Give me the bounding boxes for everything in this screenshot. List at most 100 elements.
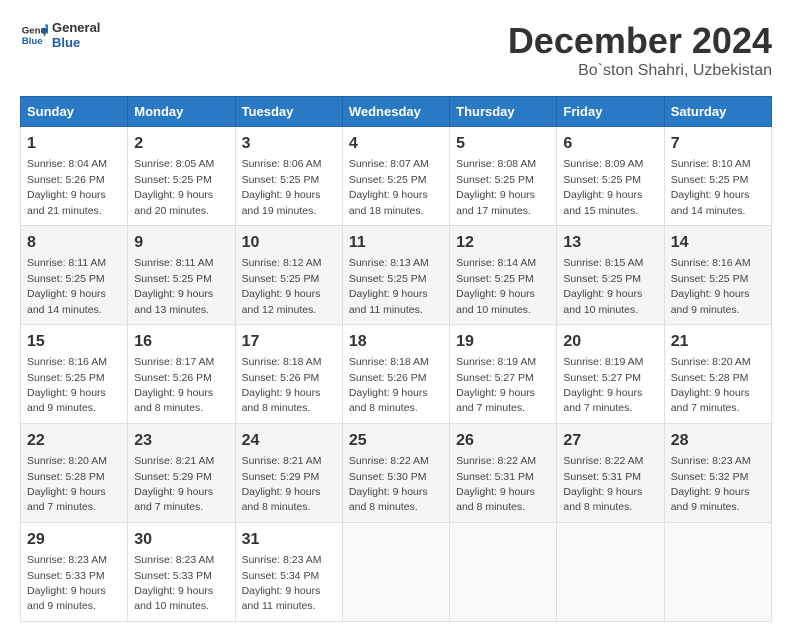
calendar-week-2: 8 Sunrise: 8:11 AM Sunset: 5:25 PM Daylig…: [21, 225, 772, 324]
day-info: Sunrise: 8:10 AM Sunset: 5:25 PM Dayligh…: [671, 158, 751, 216]
calendar-week-5: 29Sunrise: 8:23 AM Sunset: 5:33 PM Dayli…: [21, 522, 772, 621]
day-number: 7: [671, 133, 765, 155]
day-header-thursday: Thursday: [450, 97, 557, 127]
day-number: 28: [671, 430, 765, 452]
calendar-cell: 11 Sunrise: 8:13 AM Sunset: 5:25 PM Dayli…: [342, 225, 449, 324]
day-number: 27: [563, 430, 657, 452]
day-number: 1: [27, 133, 121, 155]
day-number: 3: [242, 133, 336, 155]
day-info: Sunrise: 8:20 AM Sunset: 5:28 PM Dayligh…: [27, 455, 107, 513]
day-info: Sunrise: 8:16 AM Sunset: 5:25 PM Dayligh…: [671, 257, 751, 315]
day-number: 21: [671, 331, 765, 353]
calendar-cell: 27Sunrise: 8:22 AM Sunset: 5:31 PM Dayli…: [557, 423, 664, 522]
day-number: 2: [134, 133, 228, 155]
day-number: 15: [27, 331, 121, 353]
day-number: 17: [242, 331, 336, 353]
calendar-cell: [664, 522, 771, 621]
day-number: 5: [456, 133, 550, 155]
calendar-cell: 6 Sunrise: 8:09 AM Sunset: 5:25 PM Daylig…: [557, 127, 664, 226]
day-info: Sunrise: 8:05 AM Sunset: 5:25 PM Dayligh…: [134, 158, 214, 216]
day-info: Sunrise: 8:20 AM Sunset: 5:28 PM Dayligh…: [671, 356, 751, 414]
calendar-cell: 7 Sunrise: 8:10 AM Sunset: 5:25 PM Daylig…: [664, 127, 771, 226]
day-info: Sunrise: 8:11 AM Sunset: 5:25 PM Dayligh…: [27, 257, 106, 315]
day-info: Sunrise: 8:18 AM Sunset: 5:26 PM Dayligh…: [349, 356, 429, 414]
calendar-cell: 12 Sunrise: 8:14 AM Sunset: 5:25 PM Dayli…: [450, 225, 557, 324]
day-header-friday: Friday: [557, 97, 664, 127]
calendar-cell: 15 Sunrise: 8:16 AM Sunset: 5:25 PM Dayli…: [21, 324, 128, 423]
logo-blue-text: Blue: [52, 35, 100, 50]
calendar-cell: 21 Sunrise: 8:20 AM Sunset: 5:28 PM Dayli…: [664, 324, 771, 423]
day-info: Sunrise: 8:21 AM Sunset: 5:29 PM Dayligh…: [134, 455, 214, 513]
calendar-cell: 19 Sunrise: 8:19 AM Sunset: 5:27 PM Dayli…: [450, 324, 557, 423]
day-info: Sunrise: 8:18 AM Sunset: 5:26 PM Dayligh…: [242, 356, 322, 414]
day-number: 4: [349, 133, 443, 155]
day-number: 10: [242, 232, 336, 254]
day-number: 18: [349, 331, 443, 353]
day-number: 20: [563, 331, 657, 353]
calendar-header: SundayMondayTuesdayWednesdayThursdayFrid…: [21, 97, 772, 127]
calendar-cell: [557, 522, 664, 621]
calendar-cell: [342, 522, 449, 621]
day-info: Sunrise: 8:23 AM Sunset: 5:33 PM Dayligh…: [134, 554, 214, 612]
calendar-cell: 29Sunrise: 8:23 AM Sunset: 5:33 PM Dayli…: [21, 522, 128, 621]
calendar-cell: 17 Sunrise: 8:18 AM Sunset: 5:26 PM Dayli…: [235, 324, 342, 423]
day-info: Sunrise: 8:16 AM Sunset: 5:25 PM Dayligh…: [27, 356, 107, 414]
day-info: Sunrise: 8:07 AM Sunset: 5:25 PM Dayligh…: [349, 158, 429, 216]
day-number: 25: [349, 430, 443, 452]
calendar-week-4: 22 Sunrise: 8:20 AM Sunset: 5:28 PM Dayli…: [21, 423, 772, 522]
day-info: Sunrise: 8:13 AM Sunset: 5:25 PM Dayligh…: [349, 257, 429, 315]
logo: General Blue General Blue: [20, 20, 100, 50]
calendar-week-3: 15 Sunrise: 8:16 AM Sunset: 5:25 PM Dayli…: [21, 324, 772, 423]
logo-general-text: General: [52, 20, 100, 35]
day-info: Sunrise: 8:08 AM Sunset: 5:25 PM Dayligh…: [456, 158, 536, 216]
day-header-sunday: Sunday: [21, 97, 128, 127]
calendar-cell: 28Sunrise: 8:23 AM Sunset: 5:32 PM Dayli…: [664, 423, 771, 522]
calendar-cell: 10Sunrise: 8:12 AM Sunset: 5:25 PM Dayli…: [235, 225, 342, 324]
calendar-body: 1Sunrise: 8:04 AM Sunset: 5:26 PM Daylig…: [21, 127, 772, 622]
day-info: Sunrise: 8:17 AM Sunset: 5:26 PM Dayligh…: [134, 356, 214, 414]
svg-text:Blue: Blue: [22, 36, 43, 47]
calendar-cell: 30 Sunrise: 8:23 AM Sunset: 5:33 PM Dayli…: [128, 522, 235, 621]
logo-icon: General Blue: [20, 21, 48, 49]
day-number: 26: [456, 430, 550, 452]
calendar-cell: 26Sunrise: 8:22 AM Sunset: 5:31 PM Dayli…: [450, 423, 557, 522]
day-header-wednesday: Wednesday: [342, 97, 449, 127]
calendar-cell: [450, 522, 557, 621]
calendar-cell: 8 Sunrise: 8:11 AM Sunset: 5:25 PM Daylig…: [21, 225, 128, 324]
day-info: Sunrise: 8:09 AM Sunset: 5:25 PM Dayligh…: [563, 158, 643, 216]
day-number: 30: [134, 529, 228, 551]
day-number: 22: [27, 430, 121, 452]
calendar-cell: 20Sunrise: 8:19 AM Sunset: 5:27 PM Dayli…: [557, 324, 664, 423]
day-info: Sunrise: 8:21 AM Sunset: 5:29 PM Dayligh…: [242, 455, 322, 513]
day-info: Sunrise: 8:19 AM Sunset: 5:27 PM Dayligh…: [456, 356, 536, 414]
day-number: 31: [242, 529, 336, 551]
day-number: 11: [349, 232, 443, 254]
title-section: December 2024 Bo`ston Shahri, Uzbekistan: [508, 20, 772, 80]
day-number: 19: [456, 331, 550, 353]
page-title: December 2024: [508, 20, 772, 62]
calendar-cell: 13Sunrise: 8:15 AM Sunset: 5:25 PM Dayli…: [557, 225, 664, 324]
day-number: 8: [27, 232, 121, 254]
day-header-tuesday: Tuesday: [235, 97, 342, 127]
calendar-cell: 24Sunrise: 8:21 AM Sunset: 5:29 PM Dayli…: [235, 423, 342, 522]
day-info: Sunrise: 8:14 AM Sunset: 5:25 PM Dayligh…: [456, 257, 536, 315]
calendar-cell: 16 Sunrise: 8:17 AM Sunset: 5:26 PM Dayli…: [128, 324, 235, 423]
day-info: Sunrise: 8:15 AM Sunset: 5:25 PM Dayligh…: [563, 257, 643, 315]
day-number: 23: [134, 430, 228, 452]
calendar-cell: 22 Sunrise: 8:20 AM Sunset: 5:28 PM Dayli…: [21, 423, 128, 522]
calendar-cell: 18 Sunrise: 8:18 AM Sunset: 5:26 PM Dayli…: [342, 324, 449, 423]
calendar-cell: 1Sunrise: 8:04 AM Sunset: 5:26 PM Daylig…: [21, 127, 128, 226]
day-info: Sunrise: 8:23 AM Sunset: 5:34 PM Dayligh…: [242, 554, 322, 612]
day-number: 12: [456, 232, 550, 254]
calendar-cell: 25Sunrise: 8:22 AM Sunset: 5:30 PM Dayli…: [342, 423, 449, 522]
day-number: 16: [134, 331, 228, 353]
calendar-cell: 23 Sunrise: 8:21 AM Sunset: 5:29 PM Dayli…: [128, 423, 235, 522]
page-subtitle: Bo`ston Shahri, Uzbekistan: [508, 62, 772, 80]
day-info: Sunrise: 8:06 AM Sunset: 5:25 PM Dayligh…: [242, 158, 322, 216]
calendar-cell: 5 Sunrise: 8:08 AM Sunset: 5:25 PM Daylig…: [450, 127, 557, 226]
day-info: Sunrise: 8:11 AM Sunset: 5:25 PM Dayligh…: [134, 257, 213, 315]
day-info: Sunrise: 8:23 AM Sunset: 5:33 PM Dayligh…: [27, 554, 107, 612]
day-number: 6: [563, 133, 657, 155]
calendar-cell: 4 Sunrise: 8:07 AM Sunset: 5:25 PM Daylig…: [342, 127, 449, 226]
calendar-table: SundayMondayTuesdayWednesdayThursdayFrid…: [20, 96, 772, 622]
